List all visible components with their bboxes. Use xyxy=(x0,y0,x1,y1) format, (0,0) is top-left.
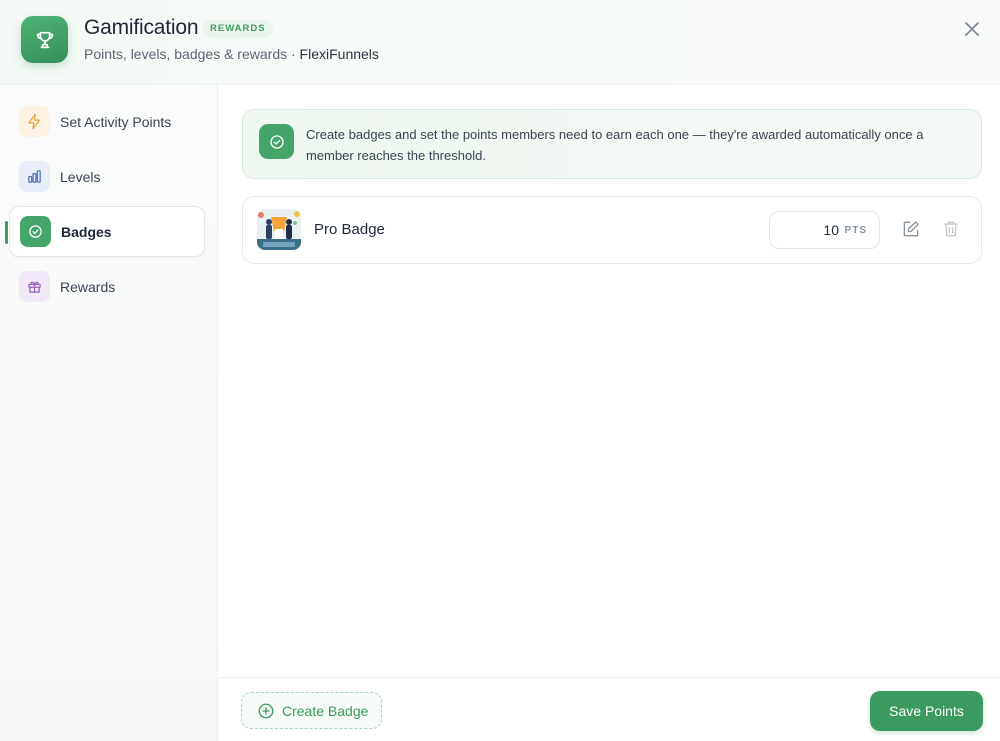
points-unit: PTS xyxy=(844,225,867,236)
trash-icon xyxy=(944,221,958,237)
brand-name: FlexiFunnels xyxy=(299,46,379,62)
main-panel: Create badges and set the points members… xyxy=(219,85,1000,677)
create-badge-label: Create Badge xyxy=(282,703,369,719)
sidebar-item-rewards[interactable]: Rewards xyxy=(9,261,205,312)
trophy-icon xyxy=(21,16,68,63)
check-badge-icon xyxy=(259,124,294,159)
close-button[interactable] xyxy=(962,19,982,39)
subtitle-text: Points, levels, badges & rewards · xyxy=(84,46,300,62)
check-badge-icon xyxy=(20,216,51,247)
edit-badge-button[interactable] xyxy=(901,219,923,241)
modal-footer: Create Badge Save Points xyxy=(219,677,1000,741)
active-indicator xyxy=(5,221,8,244)
badge-name: Pro Badge xyxy=(314,221,385,238)
sidebar: Set Activity Points Levels Badges Reward… xyxy=(0,85,218,741)
modal-header: Gamification REWARDS Points, levels, bad… xyxy=(0,0,1000,85)
info-banner: Create badges and set the points members… xyxy=(242,109,982,179)
delete-badge-button[interactable] xyxy=(941,219,963,241)
sidebar-item-label: Set Activity Points xyxy=(60,113,172,130)
close-icon xyxy=(965,22,979,36)
lightning-icon xyxy=(19,106,50,137)
page-subtitle: Points, levels, badges & rewards · Flexi… xyxy=(84,46,379,62)
sidebar-item-activity-points[interactable]: Set Activity Points xyxy=(9,96,205,147)
sidebar-item-badges[interactable]: Badges xyxy=(9,206,205,257)
sidebar-item-label: Levels xyxy=(60,168,101,185)
plus-circle-icon xyxy=(258,703,274,719)
create-badge-button[interactable]: Create Badge xyxy=(241,692,382,729)
gift-icon xyxy=(19,271,50,302)
sidebar-item-label: Badges xyxy=(61,223,112,240)
gamification-modal: Gamification REWARDS Points, levels, bad… xyxy=(0,0,1000,741)
points-input[interactable]: 10 PTS xyxy=(769,211,880,249)
bar-chart-icon xyxy=(19,161,50,192)
save-points-button[interactable]: Save Points xyxy=(870,691,983,731)
sidebar-item-label: Rewards xyxy=(60,278,116,295)
badge-row: Pro Badge 10 PTS xyxy=(242,196,982,264)
page-title: Gamification xyxy=(84,16,199,39)
edit-icon xyxy=(903,221,919,237)
sidebar-item-levels[interactable]: Levels xyxy=(9,151,205,202)
badge-image xyxy=(257,209,301,250)
category-badge: REWARDS xyxy=(203,20,273,38)
info-text: Create badges and set the points members… xyxy=(306,127,924,163)
points-value: 10 xyxy=(823,222,839,238)
